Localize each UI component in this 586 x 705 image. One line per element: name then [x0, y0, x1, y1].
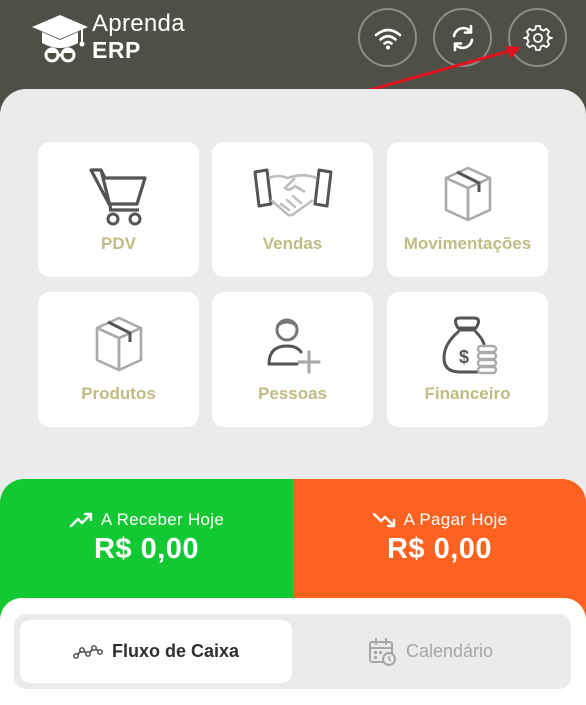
tab-calendario[interactable]: Calendário — [294, 620, 566, 683]
wifi-button[interactable] — [358, 8, 417, 67]
tile-label: Pessoas — [258, 384, 327, 403]
tile-pdv[interactable]: PDV — [38, 142, 199, 277]
tile-label: PDV — [101, 234, 136, 253]
logo-line-2: ERP — [92, 37, 141, 63]
receive-value: R$ 0,00 — [93, 533, 200, 565]
receive-title: A Receber Hoje — [100, 510, 225, 529]
tile-label: Produtos — [81, 384, 156, 403]
box-icon — [444, 166, 491, 222]
tile-label: Movimentações — [403, 234, 532, 253]
app-logo: Aprenda ERP — [30, 10, 200, 65]
sync-button[interactable] — [433, 8, 492, 67]
handshake-icon — [253, 168, 332, 217]
money-bag-icon: $ — [441, 316, 497, 375]
tile-vendas[interactable]: Vendas — [212, 142, 373, 277]
svg-text:$: $ — [459, 347, 469, 367]
trend-down-icon — [372, 512, 395, 528]
tile-produtos[interactable]: Produtos — [38, 292, 199, 427]
settings-button[interactable] — [508, 8, 567, 67]
graduation-cap-icon — [32, 15, 88, 63]
cash-flow-icon — [73, 644, 103, 659]
calendar-icon — [368, 637, 396, 666]
tile-financeiro[interactable]: $ Financeiro — [387, 292, 548, 427]
tile-label: Vendas — [262, 234, 323, 253]
tile-movimentacoes[interactable]: Movimentações — [387, 142, 548, 277]
logo-line-1: Aprenda — [92, 10, 185, 37]
tab-label: Calendário — [405, 641, 494, 661]
bottom-section: Fluxo de Caixa Calendário — [0, 598, 586, 705]
tab-fluxo-de-caixa[interactable]: Fluxo de Caixa — [20, 620, 292, 683]
tab-label: Fluxo de Caixa — [111, 641, 240, 661]
wifi-icon — [374, 28, 401, 49]
tile-label: Financeiro — [424, 384, 511, 403]
box-icon — [95, 316, 142, 372]
tab-bar: Fluxo de Caixa Calendário — [14, 614, 571, 689]
pay-value: R$ 0,00 — [386, 533, 493, 565]
pay-title: A Pagar Hoje — [403, 510, 508, 529]
trend-up-icon — [69, 512, 93, 528]
sync-icon — [452, 24, 473, 51]
add-person-icon — [267, 318, 321, 374]
gear-icon — [522, 24, 553, 51]
tile-pessoas[interactable]: Pessoas — [212, 292, 373, 427]
cart-icon — [88, 168, 147, 226]
